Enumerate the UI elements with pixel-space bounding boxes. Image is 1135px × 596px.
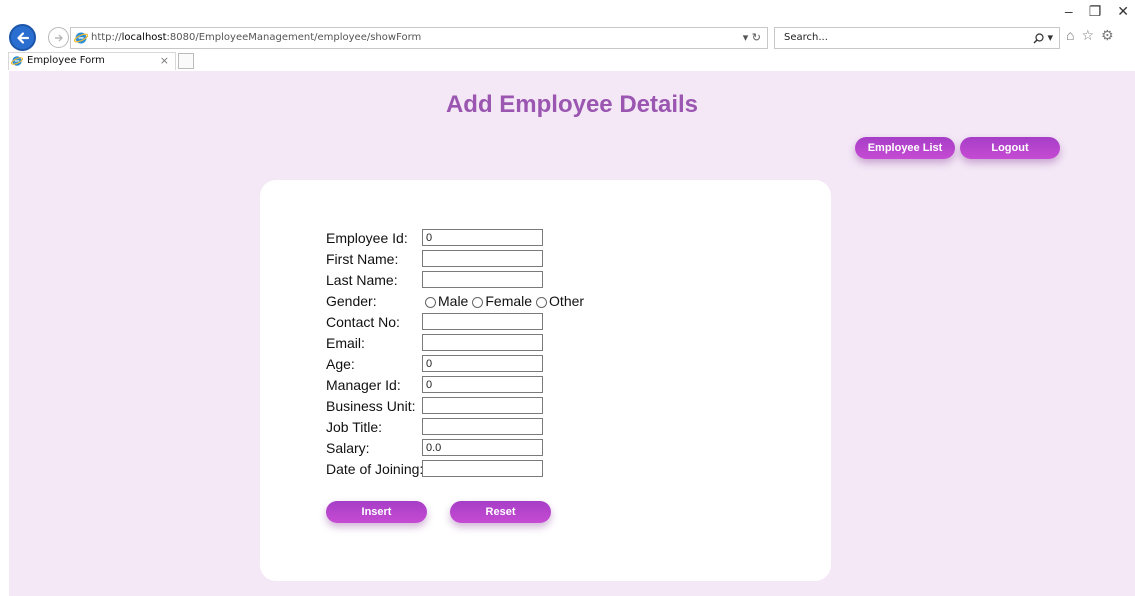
address-bar[interactable]: http://localhost:8080/EmployeeManagement… [70, 27, 768, 49]
chevron-down-icon[interactable]: ▾ [1047, 31, 1053, 44]
search-controls: ▾ [1033, 28, 1053, 48]
first-name-input[interactable] [422, 250, 543, 267]
reset-button[interactable]: Reset [450, 501, 551, 523]
browser-window: – ❐ ✕ http://localhost:8080/EmployeeMana… [0, 0, 1135, 596]
last-name-input[interactable] [422, 271, 543, 288]
ie-icon [74, 32, 88, 44]
restore-icon[interactable]: ❐ [1089, 3, 1102, 20]
search-icon[interactable] [1033, 32, 1044, 44]
new-tab-button[interactable] [178, 53, 194, 69]
gender-option-female[interactable]: Female [472, 293, 532, 309]
refresh-icon[interactable]: ↻ [752, 31, 761, 44]
url-host: localhost [121, 32, 167, 43]
job-title-input[interactable] [422, 418, 543, 435]
ie-icon [11, 56, 23, 66]
email-label: Email: [326, 335, 365, 351]
job-title-label: Job Title: [326, 419, 383, 435]
contact-no-label: Contact No: [326, 314, 400, 330]
radio-male[interactable] [425, 296, 436, 308]
search-input[interactable]: Search... ▾ [774, 27, 1060, 49]
address-controls: ▾ ↻ [743, 28, 761, 48]
business-unit-input[interactable] [422, 397, 543, 414]
tab-row: Employee Form × [0, 51, 1135, 71]
date-of-joining-input[interactable] [422, 460, 543, 477]
arrow-right-icon [54, 34, 63, 41]
tab-employee-form[interactable]: Employee Form × [8, 52, 176, 70]
arrow-left-icon [16, 31, 29, 44]
age-label: Age: [326, 356, 355, 372]
gender-options: Male Female Other [425, 293, 588, 309]
logout-button[interactable]: Logout [960, 137, 1060, 159]
url-prefix: http:// [91, 32, 122, 43]
age-input[interactable] [422, 355, 543, 372]
toolbar-icons: ⌂ ☆ ⚙ [1066, 27, 1114, 44]
salary-label: Salary: [326, 440, 370, 456]
gender-female-label: Female [485, 293, 533, 309]
home-icon[interactable]: ⌂ [1066, 27, 1074, 44]
search-placeholder: Search... [784, 32, 828, 43]
manager-id-label: Manager Id: [326, 377, 401, 393]
business-unit-label: Business Unit: [326, 398, 416, 414]
address-row: http://localhost:8080/EmployeeManagement… [0, 23, 1135, 51]
manager-id-input[interactable] [422, 376, 543, 393]
forward-button[interactable] [48, 27, 69, 48]
page-content: Add Employee Details Employee List Logou… [9, 71, 1135, 596]
url-path: :8080/EmployeeManagement/employee/showFo… [166, 32, 422, 43]
favorites-icon[interactable]: ☆ [1081, 27, 1094, 44]
close-tab-icon[interactable]: × [160, 53, 169, 69]
window-controls: – ❐ ✕ [1065, 3, 1129, 20]
date-of-joining-label: Date of Joining: [326, 461, 424, 477]
close-icon[interactable]: ✕ [1117, 3, 1129, 20]
radio-other[interactable] [536, 296, 548, 308]
email-input[interactable] [422, 334, 543, 351]
form-card: Employee Id: First Name: Last Name: Gend… [260, 180, 831, 581]
employee-id-input[interactable] [422, 229, 543, 246]
radio-female[interactable] [472, 296, 484, 308]
minimize-icon[interactable]: – [1065, 3, 1073, 20]
salary-input[interactable] [422, 439, 543, 456]
gender-male-label: Male [438, 293, 469, 309]
gender-other-label: Other [549, 293, 585, 309]
last-name-label: Last Name: [326, 272, 398, 288]
settings-icon[interactable]: ⚙ [1101, 27, 1114, 44]
gender-option-male[interactable]: Male [425, 293, 468, 309]
gender-label: Gender: [326, 293, 377, 309]
back-button[interactable] [9, 24, 36, 51]
page-title: Add Employee Details [445, 91, 699, 118]
chevron-down-icon[interactable]: ▾ [743, 31, 749, 44]
employee-id-label: Employee Id: [326, 230, 408, 246]
gender-option-other[interactable]: Other [536, 293, 584, 309]
insert-button[interactable]: Insert [326, 501, 427, 523]
first-name-label: First Name: [326, 251, 399, 267]
contact-no-input[interactable] [422, 313, 543, 330]
employee-list-button[interactable]: Employee List [855, 137, 955, 159]
tab-title: Employee Form [27, 55, 105, 66]
